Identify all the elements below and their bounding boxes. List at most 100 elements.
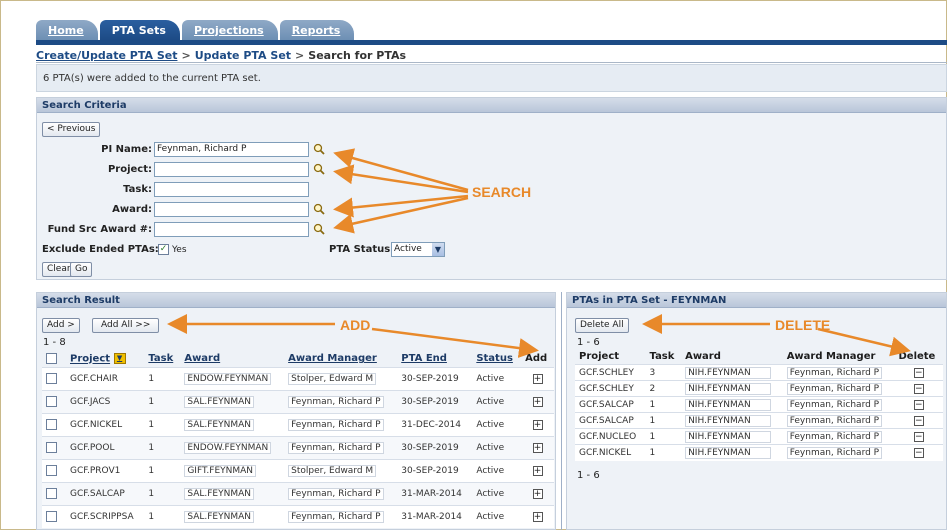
project-cell: GCF.CHAIR (66, 366, 145, 390)
manager-cell: Feynman, Richard P (288, 510, 384, 523)
row-checkbox[interactable] (46, 419, 57, 430)
manager-cell: Feynman, Richard P (288, 418, 384, 431)
table-header-row: Project ▼ Task Award Award Manager PTA E… (42, 351, 554, 367)
status-cell: Active (472, 435, 522, 459)
breadcrumb: Create/Update PTA Set > Update PTA Set > Sea… (36, 49, 406, 62)
project-cell: GCF.JACS (66, 389, 145, 413)
pta-award-cell: NIH.FEYNMAN (685, 382, 772, 395)
status-column-header[interactable]: Status (476, 353, 513, 364)
exclude-ended-checkbox[interactable]: ✓ (158, 244, 169, 255)
sort-dropdown-icon[interactable]: ▼ (113, 353, 126, 364)
pi-name-search-icon[interactable] (313, 143, 325, 155)
pta-delete-column-header: Delete (898, 351, 936, 362)
pta-task-cell: 1 (645, 428, 682, 445)
row-checkbox[interactable] (46, 373, 57, 384)
select-all-checkbox[interactable] (46, 353, 57, 364)
row-checkbox[interactable] (46, 396, 57, 407)
chevron-down-icon: ▼ (432, 243, 444, 256)
award-column-header[interactable]: Award (184, 353, 220, 364)
delete-annotation: DELETE (775, 317, 831, 333)
pta-project-cell: GCF.NICKEL (575, 444, 646, 461)
pta-task-cell: 2 (645, 380, 682, 397)
pta-manager-cell: Feynman, Richard P (786, 414, 883, 427)
plus-box-icon[interactable]: + (532, 419, 543, 430)
task-cell: 1 (144, 412, 181, 436)
search-result-panel: Search Result Add > Add All >> 1 - 8 Pro… (36, 292, 556, 530)
pta-set-title: PTAs in PTA Set - FEYNMAN (567, 293, 946, 308)
project-cell: GCF.NICKEL (66, 412, 145, 436)
minus-box-icon[interactable]: − (913, 415, 924, 426)
tab-reports[interactable]: Reports (279, 20, 355, 40)
minus-box-icon[interactable]: − (913, 367, 924, 378)
project-cell: GCF.PROV1 (66, 458, 145, 482)
pta-end-cell: 31-DEC-2014 (397, 412, 473, 436)
project-input[interactable] (154, 162, 309, 177)
plus-box-icon[interactable]: + (532, 465, 543, 476)
project-column-header[interactable]: Project (70, 354, 110, 365)
tab-projections[interactable]: Projections (181, 20, 278, 40)
previous-button[interactable]: < Previous (42, 122, 101, 137)
minus-box-icon[interactable]: − (913, 431, 924, 442)
row-checkbox[interactable] (46, 465, 57, 476)
award-cell: SAL.FEYNMAN (184, 418, 254, 431)
minus-box-icon[interactable]: − (913, 383, 924, 394)
pta-status-select[interactable]: Active ▼ (391, 242, 445, 257)
table-row: GCF.SALCAP 1 NIH.FEYNMAN Feynman, Richard P… (575, 412, 943, 429)
project-search-icon[interactable] (313, 163, 325, 175)
plus-box-icon[interactable]: + (532, 373, 543, 384)
row-checkbox[interactable] (46, 511, 57, 523)
pi-name-input[interactable]: Feynman, Richard P (154, 142, 309, 157)
table-row: GCF.NICKEL 1 SAL.FEYNMAN Feynman, Richard P… (42, 412, 554, 436)
pta-end-cell: 30-SEP-2019 (397, 366, 473, 390)
tab-home[interactable]: Home (36, 20, 98, 40)
task-label: Task: (123, 184, 152, 195)
tab-pta-sets[interactable]: PTA Sets (99, 20, 180, 40)
add-annotation: ADD (340, 317, 371, 333)
breadcrumb-divider (36, 62, 947, 63)
breadcrumb-update[interactable]: Update PTA Set (195, 49, 291, 62)
add-button[interactable]: Add > (42, 318, 80, 333)
minus-box-icon[interactable]: − (913, 447, 924, 458)
plus-box-icon[interactable]: + (532, 511, 543, 522)
task-cell: 1 (144, 458, 181, 482)
add-all-button[interactable]: Add All >> (92, 318, 160, 333)
search-annotation: SEARCH (472, 184, 532, 200)
award-input[interactable] (154, 202, 309, 217)
fund-src-search-icon[interactable] (313, 223, 325, 235)
plus-box-icon[interactable]: + (532, 396, 543, 407)
fund-src-award-label: Fund Src Award #: (47, 224, 152, 235)
pta-end-cell: 30-SEP-2019 (397, 389, 473, 413)
row-checkbox[interactable] (46, 442, 57, 453)
pta-project-cell: GCF.SALCAP (575, 396, 646, 413)
fund-src-award-input[interactable] (154, 222, 309, 237)
task-column-header[interactable]: Task (148, 353, 173, 364)
breadcrumb-create-update[interactable]: Create/Update PTA Set (36, 49, 177, 62)
row-checkbox[interactable] (46, 488, 57, 499)
go-button[interactable]: Go (70, 262, 93, 277)
pta-end-column-header[interactable]: PTA End (401, 353, 447, 364)
pta-project-column-header: Project (579, 351, 620, 362)
task-cell: 1 (144, 481, 181, 505)
plus-box-icon[interactable]: + (532, 442, 543, 453)
result-range: 1 - 8 (43, 337, 66, 348)
task-cell: 1 (144, 504, 181, 528)
pta-set-range-top: 1 - 6 (577, 337, 600, 348)
pta-set-range-bottom: 1 - 6 (577, 470, 600, 481)
pta-manager-cell: Feynman, Richard P (786, 398, 883, 411)
project-cell: GCF.SALCAP (66, 481, 145, 505)
minus-box-icon[interactable]: − (913, 399, 924, 410)
task-input[interactable] (154, 182, 309, 197)
award-cell: ENDOW.FEYNMAN (184, 441, 272, 454)
project-cell: GCF.POOL (66, 435, 145, 459)
pta-end-cell: 30-SEP-2019 (397, 458, 473, 482)
award-cell: SAL.FEYNMAN (184, 487, 254, 500)
manager-cell: Feynman, Richard P (288, 395, 384, 408)
award-manager-column-header[interactable]: Award Manager (288, 353, 377, 364)
delete-all-button[interactable]: Delete All (575, 318, 629, 333)
task-cell: 1 (144, 435, 181, 459)
award-cell: GIFT.FEYNMAN (184, 464, 257, 477)
award-search-icon[interactable] (313, 203, 325, 215)
pta-manager-cell: Feynman, Richard P (786, 446, 883, 459)
plus-box-icon[interactable]: + (532, 488, 543, 499)
pta-task-cell: 1 (645, 396, 682, 413)
